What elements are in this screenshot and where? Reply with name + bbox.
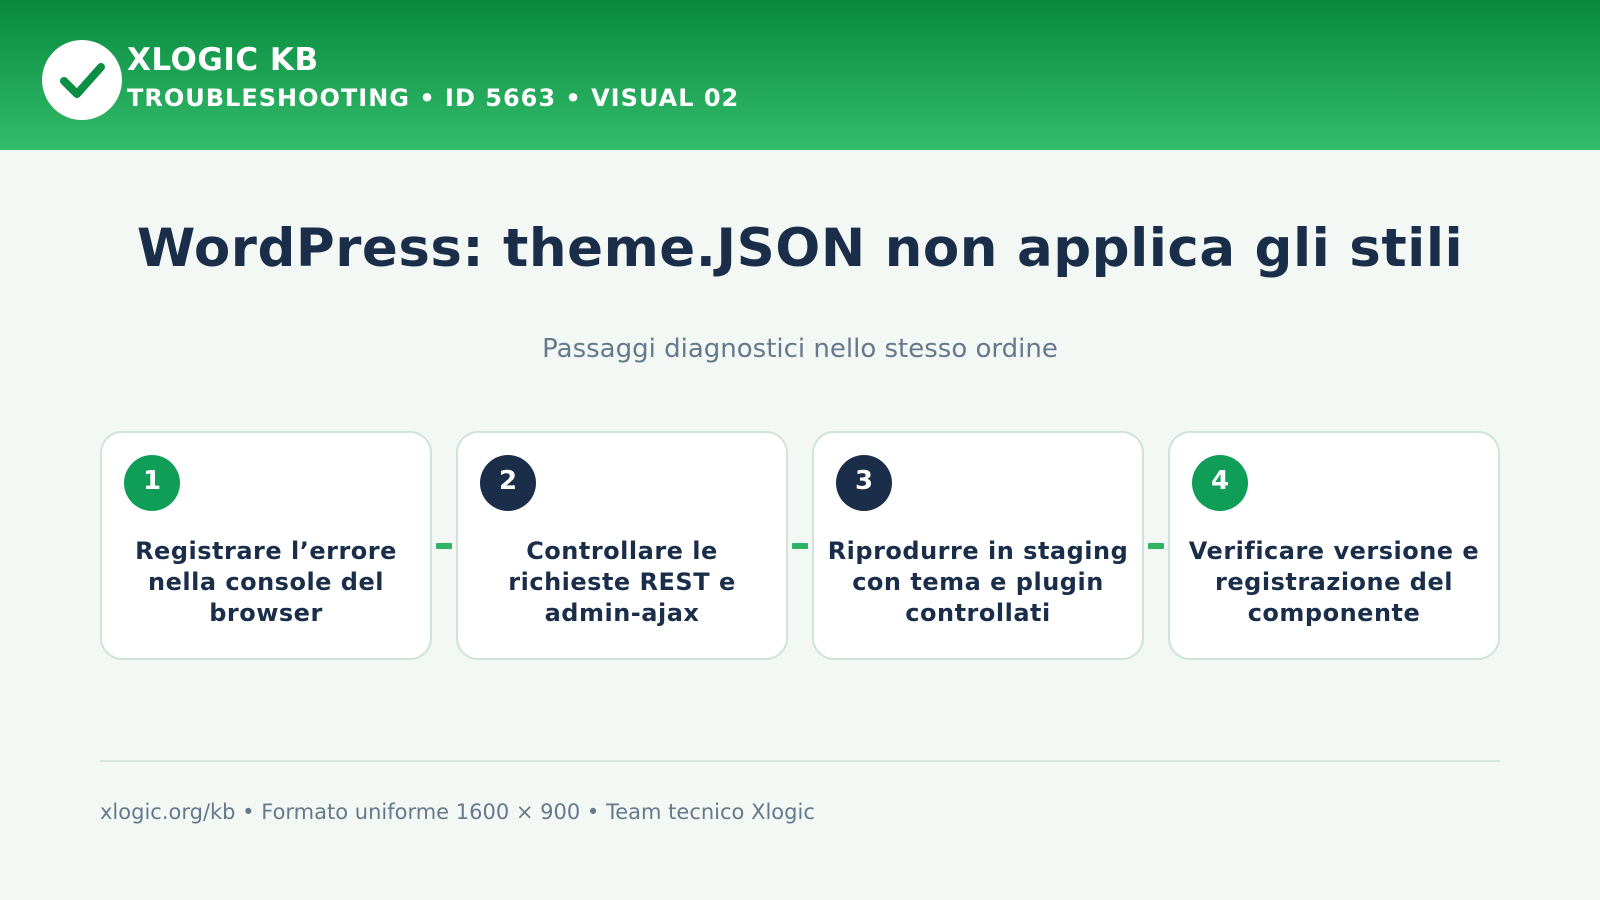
step-text: Registrare l’errore nella console del br… (135, 536, 397, 627)
step-card-1: 1 Registrare l’errore nella console del … (100, 431, 432, 660)
step-text: Controllare le richieste REST e admin-aj… (508, 536, 736, 627)
step-number-badge: 2 (480, 455, 536, 511)
step-card-3: 3 Riprodurre in staging con tema e plugi… (812, 431, 1144, 660)
step-number-badge: 1 (124, 455, 180, 511)
step-connector (436, 543, 452, 549)
step-connector (792, 543, 808, 549)
step-card-2: 2 Controllare le richieste REST e admin-… (456, 431, 788, 660)
brand-name: XLOGIC KB (127, 42, 319, 78)
page-title: WordPress: theme.JSON non applica gli st… (136, 218, 1464, 279)
step-card-4: 4 Verificare versione e registrazione de… (1168, 431, 1500, 660)
step-connector (1148, 543, 1164, 549)
step-number-badge: 4 (1192, 455, 1248, 511)
step-text: Verificare versione e registrazione del … (1188, 536, 1480, 627)
page-subtitle: Passaggi diagnostici nello stesso ordine (542, 334, 1058, 364)
header-banner: XLOGIC KB TROUBLESHOOTING • ID 5663 • VI… (0, 0, 1600, 150)
checkmark-icon (60, 63, 105, 98)
logo (42, 40, 122, 120)
footer-divider (100, 760, 1500, 762)
brand-subtitle: TROUBLESHOOTING • ID 5663 • VISUAL 02 (127, 84, 740, 112)
step-text: Riprodurre in staging con tema e plugin … (827, 536, 1129, 627)
footer-text: xlogic.org/kb • Formato uniforme 1600 × … (100, 800, 815, 824)
step-number-badge: 3 (836, 455, 892, 511)
